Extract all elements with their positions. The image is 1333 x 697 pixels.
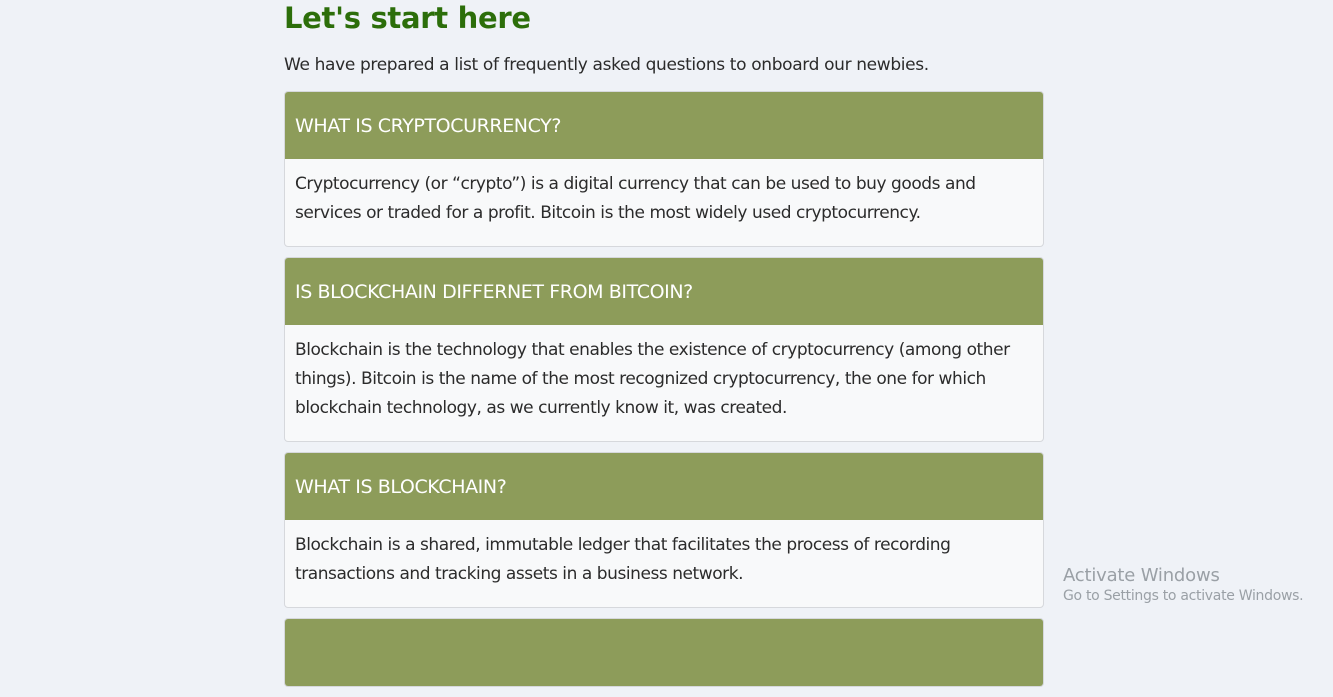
watermark-subtitle: Go to Settings to activate Windows.	[1063, 588, 1304, 604]
faq-question-header[interactable]: WHAT IS BLOCKCHAIN?	[285, 453, 1043, 520]
faq-item-cryptocurrency: WHAT IS CRYPTOCURRENCY? Cryptocurrency (…	[284, 91, 1044, 247]
faq-item-blockchain: WHAT IS BLOCKCHAIN? Blockchain is a shar…	[284, 452, 1044, 608]
faq-question: IS BLOCKCHAIN DIFFERNET FROM BITCOIN?	[295, 280, 693, 303]
faq-question: WHAT IS CRYPTOCURRENCY?	[295, 114, 562, 137]
faq-question-header[interactable]: IS BLOCKCHAIN DIFFERNET FROM BITCOIN?	[285, 258, 1043, 325]
activate-windows-watermark: Activate Windows Go to Settings to activ…	[1063, 565, 1304, 604]
faq-answer: Blockchain is the technology that enable…	[295, 340, 1010, 418]
watermark-title: Activate Windows	[1063, 565, 1220, 586]
faq-question-header[interactable]: WHAT IS CRYPTOCURRENCY?	[285, 92, 1043, 159]
intro-text: We have prepared a list of frequently as…	[284, 55, 929, 75]
faq-item-blockchain-vs-bitcoin: IS BLOCKCHAIN DIFFERNET FROM BITCOIN? Bl…	[284, 257, 1044, 442]
faq-question: WHAT IS BLOCKCHAIN?	[295, 475, 507, 498]
page-title: Let's start here	[284, 1, 531, 35]
faq-answer: Blockchain is a shared, immutable ledger…	[295, 535, 951, 584]
faq-answer: Cryptocurrency (or “crypto”) is a digita…	[295, 174, 976, 223]
faq-question-header[interactable]	[285, 619, 1043, 686]
faq-item-partial	[284, 618, 1044, 687]
faq-list: WHAT IS CRYPTOCURRENCY? Cryptocurrency (…	[284, 91, 1044, 697]
